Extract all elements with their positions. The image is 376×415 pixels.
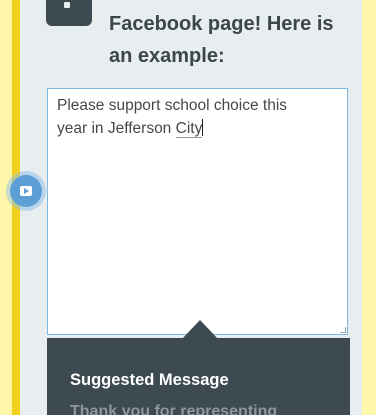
suggested-message-body: Thank you for representing — [70, 403, 278, 415]
instruction-line-1: Facebook page! Here is — [109, 13, 334, 35]
message-last-word: City — [175, 120, 203, 138]
text-caret — [202, 119, 204, 136]
suggested-message-title: Suggested Message — [70, 371, 229, 389]
video-play-icon — [20, 186, 32, 196]
video-play-button[interactable] — [10, 175, 42, 207]
message-textarea[interactable]: Please support school choice this year i… — [47, 88, 348, 335]
message-line-1: Please support school choice this — [57, 97, 288, 114]
accent-bar — [12, 0, 20, 415]
message-line-2: year in Jefferson — [57, 120, 176, 137]
suggested-message-pointer — [182, 320, 218, 339]
resize-handle[interactable] — [340, 327, 346, 333]
step-number-badge — [46, 0, 92, 26]
instruction-text: Facebook page! Here is an example: — [109, 8, 359, 72]
suggested-message-panel: Suggested Message Thank you for represen… — [47, 338, 350, 415]
instruction-line-2: an example: — [109, 45, 225, 67]
